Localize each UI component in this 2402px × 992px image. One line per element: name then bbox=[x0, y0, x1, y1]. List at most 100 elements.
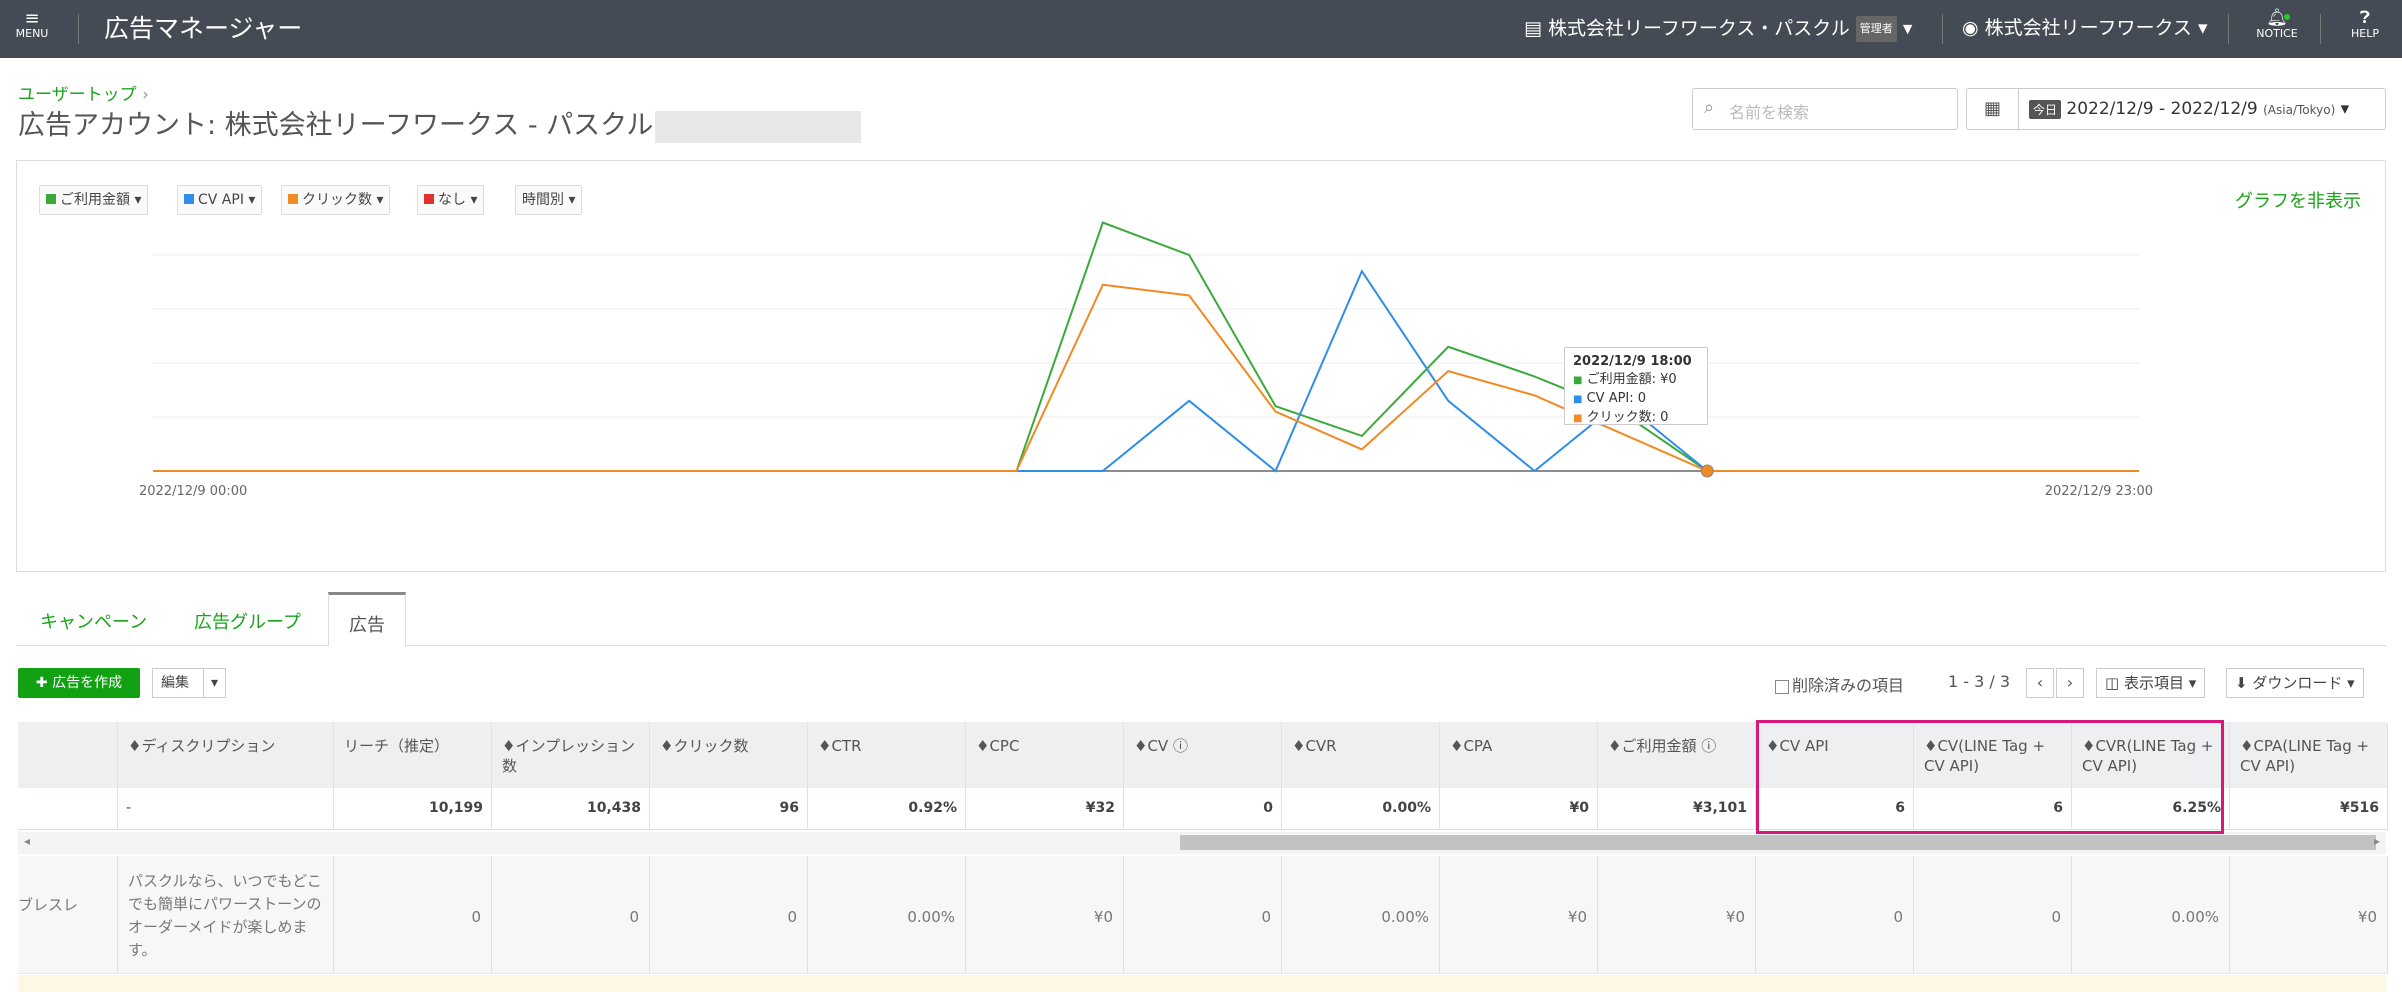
divider bbox=[78, 14, 79, 44]
scrollbar-thumb[interactable] bbox=[1180, 835, 2376, 850]
bell-icon: 🔔︎ bbox=[2266, 8, 2288, 28]
scroll-right-arrow[interactable]: ▸ bbox=[2374, 834, 2380, 848]
description-cell: パスクルなら、いつでもどこでも簡単にパワーストーンのオーダーメイドが楽しめます。 bbox=[118, 856, 334, 974]
tooltip-title: 2022/12/9 18:00 bbox=[1573, 354, 1692, 369]
total-cell: ¥516 bbox=[2230, 788, 2388, 830]
chart-tooltip: 2022/12/9 18:00 ■ ご利用金額: ¥0 ■ CV API: 0 … bbox=[1564, 347, 1708, 425]
breadcrumb-user-top[interactable]: ユーザートップ bbox=[18, 85, 137, 105]
chevron-down-icon: ▾ bbox=[2340, 99, 2350, 119]
chevron-down-icon: ▾ bbox=[2197, 17, 2208, 39]
show-deleted-toggle[interactable]: 削除済みの項目 bbox=[1775, 672, 1904, 696]
ad-manager-app: ≡ MENU 広告マネージャー ▤ 株式会社リーフワークス・パスクル 管理者 ▾… bbox=[0, 0, 2402, 992]
account-switcher[interactable]: ▤ 株式会社リーフワークス・パスクル 管理者 ▾ bbox=[1524, 16, 1912, 42]
metric-cell: 0 bbox=[650, 856, 808, 974]
page-title-text: 広告アカウント: 株式会社リーフワークス - パスクル bbox=[18, 110, 654, 141]
tooltip-text: ご利用金額: ¥0 bbox=[1586, 372, 1677, 387]
metric-cell: 0 bbox=[334, 856, 492, 974]
notification-dot bbox=[2284, 14, 2290, 20]
column-header[interactable]: ♦CV ⓘ bbox=[1124, 722, 1282, 788]
help-icon: ❓︎ bbox=[2359, 8, 2371, 28]
metric-cell: 0.00% bbox=[808, 856, 966, 974]
tab-ad[interactable]: 広告 bbox=[328, 592, 406, 647]
search-placeholder: 名前を検索 bbox=[1729, 103, 1810, 122]
tab-ad-group[interactable]: 広告グループ bbox=[194, 608, 301, 634]
column-header[interactable]: ♦インプレッション数 bbox=[492, 722, 650, 788]
tooltip-text: クリック数: 0 bbox=[1586, 410, 1669, 425]
divider bbox=[1942, 14, 1943, 44]
app-title: 広告マネージャー bbox=[104, 14, 303, 43]
total-cell: ¥3,101 bbox=[1598, 788, 1756, 830]
redacted-area bbox=[655, 110, 862, 143]
column-header[interactable]: ♦クリック数 bbox=[650, 722, 808, 788]
breadcrumb: ユーザートップ › bbox=[18, 80, 149, 105]
calendar-icon: ▦ bbox=[1967, 89, 2019, 129]
metric-cell: ¥0 bbox=[2230, 856, 2388, 974]
metric-cell: 0 bbox=[1124, 856, 1282, 974]
help-button[interactable]: ❓︎ HELP bbox=[2342, 8, 2388, 40]
column-header[interactable]: ♦CVR bbox=[1282, 722, 1440, 788]
date-range-value: 2022/12/9 - 2022/12/9 bbox=[2066, 99, 2258, 119]
metric-cell: ¥0 bbox=[966, 856, 1124, 974]
scroll-left-arrow[interactable]: ◂ bbox=[24, 834, 30, 848]
account-role-badge: 管理者 bbox=[1855, 16, 1897, 42]
next-page-button[interactable]: › bbox=[2056, 668, 2084, 698]
create-ad-button[interactable]: ✚ 広告を作成 bbox=[18, 668, 140, 698]
user-icon: ◉ bbox=[1962, 17, 1979, 39]
ad-name-cell[interactable]: ブレスレ bbox=[18, 856, 118, 974]
timezone-label: (Asia/Tokyo) bbox=[2263, 103, 2336, 117]
notice-button[interactable]: 🔔︎ NOTICE bbox=[2254, 8, 2300, 40]
tooltip-text: CV API: 0 bbox=[1586, 391, 1647, 406]
total-cell: 0.00% bbox=[1282, 788, 1440, 830]
user-menu[interactable]: ◉ 株式会社リーフワークス ▾ bbox=[1962, 16, 2208, 40]
tooltip-item: ■ CV API: 0 bbox=[1573, 391, 1647, 406]
line-chart: 2022/12/9 00:00 2022/12/9 23:00 bbox=[139, 221, 2153, 499]
chevron-down-icon[interactable]: ▾ bbox=[203, 669, 225, 697]
account-name: 株式会社リーフワークス・パスクル bbox=[1548, 17, 1850, 40]
entity-tabs: キャンペーン 広告グループ 広告 bbox=[16, 590, 2386, 647]
total-cell: - bbox=[118, 788, 334, 830]
hamburger-icon: ≡ bbox=[24, 8, 40, 29]
notice-label: NOTICE bbox=[2256, 27, 2298, 40]
chevron-down-icon: ▾ bbox=[1902, 17, 1913, 40]
total-cell: 10,438 bbox=[492, 788, 650, 830]
series-line bbox=[153, 221, 2139, 472]
column-header[interactable]: ♦CPA bbox=[1440, 722, 1598, 788]
search-icon: ⌕ bbox=[1704, 97, 1715, 118]
column-header[interactable]: ♦CPC bbox=[966, 722, 1124, 788]
chart-panel: ご利用金額 ▾ CV API ▾ クリック数 ▾ なし ▾ 時間別 ▾ グラフを… bbox=[16, 160, 2386, 572]
column-header[interactable]: ♦CPA(LINE Tag + CV API) bbox=[2230, 722, 2388, 788]
metric-cell: 0.00% bbox=[2072, 856, 2230, 974]
metric-cell: 0.00% bbox=[1282, 856, 1440, 974]
top-navigation-bar: ≡ MENU 広告マネージャー ▤ 株式会社リーフワークス・パスクル 管理者 ▾… bbox=[0, 0, 2402, 58]
metric-cell: 0 bbox=[492, 856, 650, 974]
menu-button[interactable]: ≡ MENU bbox=[14, 10, 50, 40]
total-cell: 0.92% bbox=[808, 788, 966, 830]
column-header[interactable]: ♦ディスクリプション bbox=[118, 722, 334, 788]
x-tick-label: 2022/12/9 00:00 bbox=[139, 484, 247, 499]
user-name: 株式会社リーフワークス bbox=[1984, 17, 2192, 39]
tooltip-item: ■ ご利用金額: ¥0 bbox=[1573, 372, 1677, 387]
tab-campaign[interactable]: キャンペーン bbox=[40, 608, 147, 634]
pagination-count: 1 - 3 / 3 bbox=[1948, 672, 2011, 691]
divider bbox=[2320, 14, 2321, 44]
hover-point[interactable] bbox=[1700, 464, 1714, 478]
edit-label: 編集 bbox=[161, 675, 189, 691]
download-button[interactable]: ⬇ ダウンロード ▾ bbox=[2226, 668, 2364, 698]
x-tick-label: 2022/12/9 23:00 bbox=[2045, 484, 2153, 499]
show-deleted-checkbox[interactable] bbox=[1775, 679, 1789, 694]
columns-button[interactable]: ◫ 表示項目 ▾ bbox=[2096, 668, 2206, 698]
metric-cell: ¥0 bbox=[1440, 856, 1598, 974]
table-row[interactable] bbox=[18, 975, 2386, 992]
edit-button[interactable]: 編集 ▾ bbox=[152, 668, 226, 698]
total-cell: ¥32 bbox=[966, 788, 1124, 830]
total-cell: 10,199 bbox=[334, 788, 492, 830]
column-header[interactable]: ♦ご利用金額 ⓘ bbox=[1598, 722, 1756, 788]
column-header[interactable]: ♦CTR bbox=[808, 722, 966, 788]
date-range-picker[interactable]: ▦ 今日 2022/12/9 - 2022/12/9 (Asia/Tokyo) … bbox=[1966, 88, 2386, 130]
highlight-box bbox=[1756, 720, 2224, 834]
series-line bbox=[153, 283, 2139, 472]
column-header[interactable]: リーチ（推定） bbox=[334, 722, 492, 788]
search-input[interactable]: ⌕ 名前を検索 bbox=[1692, 88, 1958, 130]
horizontal-scrollbar[interactable]: ◂ ▸ bbox=[18, 832, 2386, 854]
prev-page-button[interactable]: ‹ bbox=[2026, 668, 2054, 698]
